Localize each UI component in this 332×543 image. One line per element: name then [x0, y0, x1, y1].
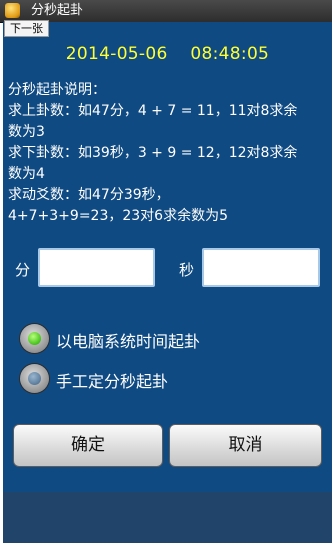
radio-button-checked[interactable]	[20, 324, 49, 353]
bottom-bar	[3, 492, 332, 543]
main-panel: 2014-05-06 08:48:05 分秒起卦说明： 求上卦数：如47分，4 …	[3, 22, 332, 492]
minute-label: 分	[15, 261, 31, 279]
instructions-heading: 分秒起卦说明：	[8, 82, 106, 98]
option-label: 以电脑系统时间起卦	[56, 332, 201, 351]
instruction-line: 4+7+3+9=23，23对6求余数为5	[8, 208, 228, 224]
datetime-display: 2014-05-06 08:48:05	[3, 44, 332, 64]
option-label: 手工定分秒起卦	[56, 372, 169, 391]
next-page-tooltip: 下一张	[4, 20, 49, 37]
instruction-line: 求动爻数：如47分39秒，	[8, 187, 170, 203]
option-manual-time[interactable]: 手工定分秒起卦	[20, 364, 280, 394]
instructions: 分秒起卦说明： 求上卦数：如47分，4 + 7 = 11，11对8求余 数为3 …	[8, 80, 330, 227]
confirm-button[interactable]: 确定	[13, 424, 163, 467]
option-system-time[interactable]: 以电脑系统时间起卦	[20, 324, 280, 354]
app-icon	[5, 3, 20, 18]
second-input[interactable]	[202, 248, 320, 287]
instruction-line: 数为4	[8, 166, 45, 182]
minute-input[interactable]	[38, 248, 155, 287]
cancel-button[interactable]: 取消	[169, 424, 322, 467]
instruction-line: 求上卦数：如47分，4 + 7 = 11，11对8求余	[8, 103, 298, 119]
instruction-line: 求下卦数：如39秒，3 + 9 = 12，12对8求余	[8, 145, 298, 161]
time-text: 08:48:05	[190, 44, 270, 64]
instruction-line: 数为3	[8, 124, 45, 140]
second-label: 秒	[179, 261, 195, 279]
radio-button-unchecked[interactable]	[20, 364, 49, 393]
title-bar: 分秒起卦	[0, 0, 332, 23]
window-title: 分秒起卦	[31, 3, 84, 18]
date-text: 2014-05-06	[65, 44, 168, 64]
